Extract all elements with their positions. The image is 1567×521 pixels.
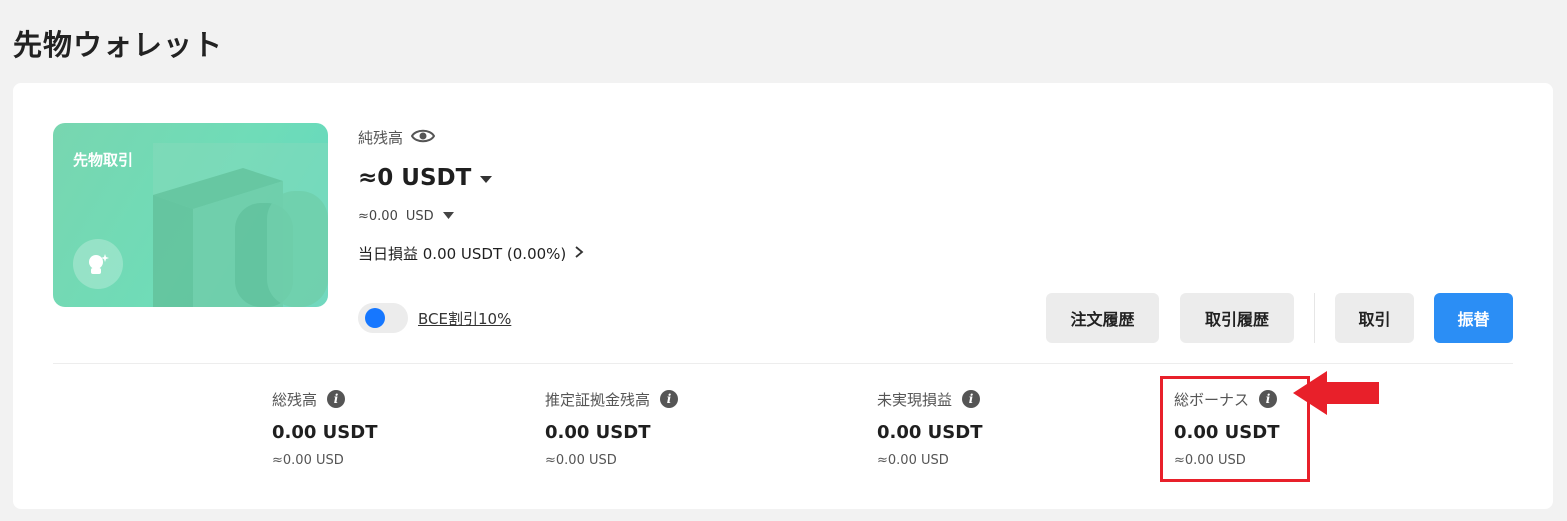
annotation-arrow-icon — [1293, 371, 1379, 415]
futures-wallet-panel: 先物取引 純残高 ≈0 USDT ≈0.00 USD 当日損益 0.00 USD… — [13, 83, 1553, 509]
sub-balance-value: ≈0.00 — [358, 209, 398, 224]
futures-card: 先物取引 — [53, 123, 328, 307]
stat-label: 未実現損益 — [877, 390, 953, 409]
toggle-knob — [365, 308, 385, 328]
currency-dropdown-icon[interactable] — [479, 169, 493, 188]
info-icon[interactable]: i — [660, 390, 679, 408]
daily-pnl-text: 当日損益 0.00 USDT (0.00%) — [358, 245, 567, 263]
stat-sub-value: ≈0.00 USD — [545, 453, 617, 468]
bce-discount-toggle[interactable] — [358, 303, 408, 333]
stat-margin-balance: 推定証拠金残高 i 0.00 USDT ≈0.00 USD — [545, 388, 679, 468]
main-balance-value: ≈0 — [358, 165, 394, 191]
stat-label: 推定証拠金残高 — [545, 390, 651, 409]
sub-balance: ≈0.00 USD — [358, 209, 455, 224]
chevron-right-icon — [574, 245, 584, 263]
fiat-dropdown-icon[interactable] — [442, 209, 455, 224]
eye-icon[interactable] — [410, 128, 436, 148]
net-balance-label: 純残高 — [358, 129, 404, 147]
transfer-button[interactable]: 振替 — [1434, 293, 1513, 343]
main-balance-unit: USDT — [401, 165, 472, 191]
trade-history-button[interactable]: 取引履歴 — [1180, 293, 1294, 343]
stat-value: 0.00 USDT — [545, 422, 651, 443]
main-balance: ≈0 USDT — [358, 165, 493, 191]
stat-value: 0.00 USDT — [877, 422, 983, 443]
info-icon[interactable]: i — [327, 390, 346, 408]
info-icon[interactable]: i — [962, 390, 981, 408]
section-divider — [53, 363, 1513, 364]
stat-unrealized-pnl: 未実現損益 i 0.00 USDT ≈0.00 USD — [877, 388, 982, 468]
stat-sub-value: ≈0.00 USD — [877, 453, 949, 468]
card-label: 先物取引 — [73, 151, 134, 169]
bce-discount-link[interactable]: BCE割引10% — [418, 308, 511, 329]
button-divider — [1314, 293, 1315, 343]
page-title: 先物ウォレット — [13, 28, 224, 62]
order-history-button[interactable]: 注文履歴 — [1046, 293, 1159, 343]
stat-sub-value: ≈0.00 USD — [272, 453, 344, 468]
stat-value: 0.00 USDT — [272, 422, 378, 443]
annotation-highlight-box — [1160, 376, 1310, 482]
trade-button[interactable]: 取引 — [1335, 293, 1414, 343]
stat-total-balance: 総残高 i 0.00 USDT ≈0.00 USD — [272, 388, 377, 468]
stat-label: 総残高 — [272, 390, 318, 409]
daily-pnl-link[interactable]: 当日損益 0.00 USDT (0.00%) — [358, 243, 584, 264]
astronaut-sparkle-icon — [73, 239, 123, 289]
sub-balance-unit: USD — [405, 209, 434, 224]
